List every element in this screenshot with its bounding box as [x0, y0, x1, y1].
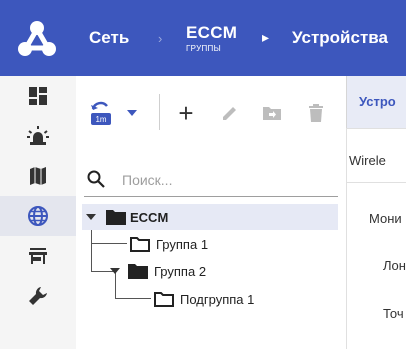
add-group-button[interactable]: +: [174, 97, 198, 128]
store-icon: [29, 248, 47, 264]
tree-connector: [91, 243, 127, 244]
expand-toggle[interactable]: [110, 268, 120, 274]
folder-filled-icon: [106, 210, 126, 225]
tree-node-label: Группа 2: [154, 264, 207, 279]
app-window: Сеть › ECCM ГРУППЫ ▸ Устройства 1m + Пои…: [0, 0, 406, 349]
tree-node-group-2[interactable]: Группа 2: [106, 258, 326, 284]
refresh-timer-icon: 1m: [91, 101, 111, 125]
breadcrumb-eccm-title: ECCM: [186, 23, 238, 42]
tree-node-label: Группа 1: [156, 237, 209, 252]
logo-icon[interactable]: [18, 19, 56, 57]
tab-devices-label: Устро: [359, 94, 396, 109]
globe-icon: [28, 206, 48, 226]
folder-outline-icon: [130, 237, 150, 252]
list-item-label: Лон: [383, 258, 406, 273]
rail-item-store[interactable]: [0, 236, 76, 276]
trash-icon: [309, 104, 323, 122]
breadcrumb-separator-2: ▸: [262, 29, 270, 45]
expand-toggle[interactable]: [86, 214, 96, 220]
search-icon: [87, 170, 105, 188]
wrench-icon: [29, 287, 47, 305]
tree-node-label: Подгруппа 1: [180, 292, 255, 307]
rail-item-alarms[interactable]: [0, 116, 76, 156]
dashboard-icon: [29, 87, 47, 105]
delete-group-button[interactable]: [304, 100, 328, 126]
breadcrumb-separator: ›: [158, 31, 163, 46]
list-item-wireless[interactable]: Wirele: [346, 128, 406, 183]
pencil-icon: [223, 107, 236, 120]
tree-toolbar: 1m +: [76, 76, 346, 148]
list-item-monitoring[interactable]: Мони: [346, 182, 406, 237]
tree-node-label: ECCM: [130, 210, 169, 225]
refresh-button[interactable]: 1m: [88, 100, 114, 126]
list-item-access-point[interactable]: Точ: [346, 292, 406, 349]
rail-item-dashboard[interactable]: [0, 76, 76, 116]
devices-panel: Устро Wirele Мони Лон Точ: [346, 76, 406, 349]
rail-item-network[interactable]: [0, 196, 76, 236]
refresh-interval-label: 1m: [95, 115, 106, 124]
breadcrumb-eccm[interactable]: ECCM ГРУППЫ: [186, 24, 237, 54]
folder-outline-icon: [154, 292, 174, 307]
map-icon: [30, 167, 46, 185]
caret-down-icon: [127, 110, 137, 116]
move-group-button[interactable]: [260, 100, 284, 126]
refresh-interval-dropdown[interactable]: [124, 100, 140, 126]
plus-icon: +: [178, 97, 194, 128]
list-item-label: Точ: [383, 306, 404, 321]
rail-item-map[interactable]: [0, 156, 76, 196]
tab-devices[interactable]: Устро: [346, 76, 406, 128]
list-item-logical[interactable]: Лон: [346, 236, 406, 292]
alarm-icon: [27, 126, 49, 145]
rail-item-settings[interactable]: [0, 276, 76, 316]
list-item-label: Wirele: [349, 153, 386, 168]
tree-connector: [115, 298, 151, 299]
tree-node-subgroup-1[interactable]: Подгруппа 1: [152, 286, 332, 312]
group-tree-panel: 1m + Поиск... ECCM Группа 1 Группа 2 Под…: [76, 76, 346, 349]
tree-node-group-1[interactable]: Группа 1: [128, 231, 328, 257]
edit-group-button[interactable]: [218, 100, 242, 126]
folder-move-icon: [263, 107, 281, 120]
group-tree: ECCM Группа 1 Группа 2 Подгруппа 1: [76, 200, 346, 340]
search-input[interactable]: [120, 168, 324, 192]
left-rail: [0, 76, 76, 349]
tree-search: [84, 164, 338, 197]
toolbar-divider: [159, 94, 160, 130]
breadcrumb-devices[interactable]: Устройства: [292, 0, 388, 76]
list-item-label: Мони: [369, 211, 402, 226]
tree-node-eccm[interactable]: ECCM: [82, 204, 338, 230]
top-bar: Сеть › ECCM ГРУППЫ ▸ Устройства: [0, 0, 406, 76]
breadcrumb-network[interactable]: Сеть: [89, 0, 129, 76]
breadcrumb-eccm-subtitle: ГРУППЫ: [186, 44, 221, 53]
folder-filled-icon: [128, 264, 148, 279]
